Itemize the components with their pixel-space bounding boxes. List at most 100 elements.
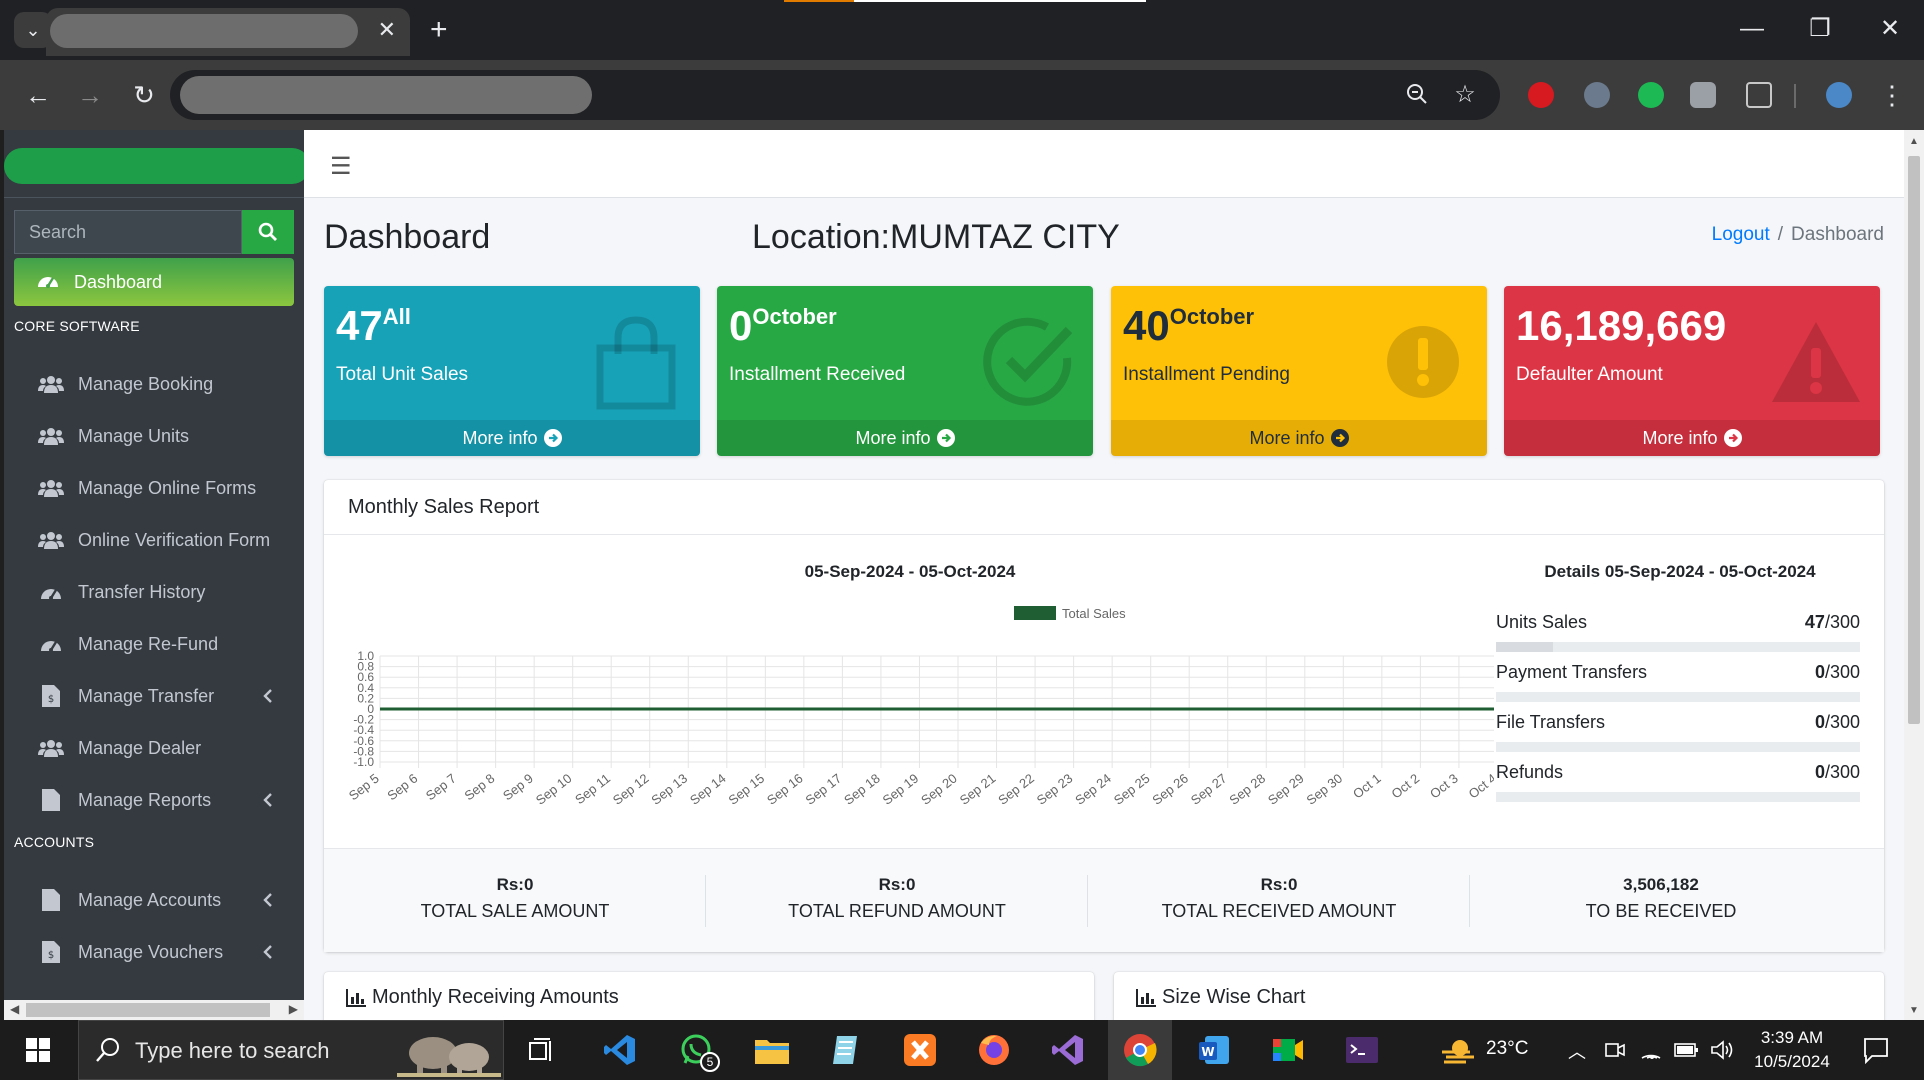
chrome-icon[interactable] [1120,1030,1160,1070]
taskbar-search[interactable] [78,1020,504,1080]
y-tick-label: -1.0 [353,755,374,769]
file-explorer-icon[interactable] [752,1030,792,1070]
reload-button[interactable]: ↻ [126,78,162,112]
meet-now-icon[interactable] [1604,1040,1626,1060]
browser-tab-bar: ⌄ ✕ + — ❐ ✕ [0,0,1924,60]
forward-button[interactable]: → [72,78,108,112]
loading-indicator [784,0,1146,2]
menu-toggle-icon[interactable]: ☰ [330,152,352,181]
more-info-link[interactable]: More info [1504,420,1880,456]
minimize-button[interactable]: — [1732,12,1772,46]
breadcrumb-logout-link[interactable]: Logout [1712,224,1770,245]
volume-icon[interactable] [1710,1040,1734,1060]
box-label: Installment Received [729,364,906,385]
terminal-icon[interactable] [1342,1030,1382,1070]
sidebar-item-dashboard[interactable]: Dashboard [14,258,294,306]
card-title: Monthly Receiving Amounts [346,986,619,1009]
progress-bar [1496,742,1860,752]
sync-extension-icon[interactable] [1638,82,1664,108]
sidebar-item-manage-reports[interactable]: Manage Reports [28,778,294,822]
show-hidden-icons-icon[interactable]: ︿ [1568,1038,1586,1064]
weather-icon[interactable] [1440,1036,1476,1064]
profile-avatar[interactable] [1826,82,1852,108]
scroll-up-icon[interactable]: ▲ [1909,136,1919,147]
warning-triangle-icon [1772,322,1860,402]
more-info-link[interactable]: More info [717,420,1093,456]
clock[interactable]: 3:39 AM 10/5/2024 [1750,1026,1834,1074]
card-divider [324,534,1884,535]
bookmark-star-icon[interactable]: ☆ [1450,82,1480,108]
sidebar-item-manage-re-fund[interactable]: Manage Re-Fund [28,622,294,666]
sidebar-item-manage-units[interactable]: Manage Units [28,414,294,458]
visual-studio-icon[interactable] [1048,1030,1088,1070]
weather-temperature[interactable]: 23°C [1486,1038,1528,1060]
close-tab-icon[interactable]: ✕ [378,18,396,42]
windows-start-icon[interactable] [18,1030,58,1070]
file-icon [38,889,64,911]
back-button[interactable]: ← [20,78,56,112]
scroll-right-icon[interactable]: ▶ [289,1002,298,1016]
meet-icon[interactable] [1268,1030,1308,1070]
scroll-down-icon[interactable]: ▼ [1909,1005,1919,1016]
sidebar-item-manage-vouchers[interactable]: $ Manage Vouchers [28,930,294,974]
arrow-circle-right-icon [543,429,562,447]
sidebar-item-transfer-history[interactable]: Transfer History [28,570,294,614]
description-block-total-refund: Rs:0 TOTAL REFUND AMOUNT [706,849,1088,953]
vscode-icon[interactable] [600,1030,640,1070]
whatsapp-icon[interactable]: 5 [676,1030,720,1072]
browser-menu-icon[interactable]: ⋮ [1874,78,1910,112]
x-tick-label: Sep 29 [1265,771,1307,808]
task-view-icon[interactable] [522,1030,562,1070]
sidebar-search-input[interactable] [14,210,242,254]
small-box-defaulter-amount: 16,189,669 Defaulter Amount More info [1504,286,1880,456]
close-window-button[interactable]: ✕ [1870,12,1910,46]
address-bar[interactable]: ☆ [170,70,1500,120]
sidebar-item-online-verification-form[interactable]: Online Verification Form [28,518,294,562]
sales-line-chart: Total Sales1.00.80.60.40.20-0.2-0.4-0.6-… [346,606,1494,808]
extensions-puzzle-icon[interactable] [1746,82,1772,108]
media-extension-icon[interactable] [1690,82,1716,108]
zoom-icon[interactable] [1402,82,1432,112]
browser-tab[interactable]: ✕ [46,8,410,56]
restore-button[interactable]: ❐ [1800,12,1840,46]
more-info-link[interactable]: More info [324,420,700,456]
main-content: Dashboard Location:MUMTAZ CITY Logout / Da… [304,198,1904,1020]
x-tick-label: Sep 24 [1072,771,1114,808]
new-tab-button[interactable]: + [430,12,448,48]
progress-value: 0/300 [1814,712,1860,732]
scrollbar-thumb[interactable] [1908,156,1920,724]
elephant-search-highlight-icon [397,1037,501,1077]
notifications-icon[interactable] [1862,1036,1890,1064]
xampp-icon[interactable] [900,1030,940,1070]
scroll-left-icon[interactable]: ◀ [10,1002,19,1016]
wifi-icon[interactable] [1640,1040,1662,1060]
battery-icon[interactable] [1674,1042,1700,1058]
monthly-sales-card: Monthly Sales Report 05-Sep-2024 - 05-Oc… [324,480,1884,952]
sidebar-item-manage-booking[interactable]: Manage Booking [28,362,294,406]
browser-toolbar: ← → ↻ ☆ ⋮ [0,60,1924,130]
x-tick-label: Sep 13 [648,771,690,808]
brand-logo[interactable] [4,130,304,198]
card-footer: Rs:0 TOTAL SALE AMOUNT Rs:0 TOTAL REFUND… [324,848,1884,952]
progress-bar [1496,792,1860,802]
notepad-icon[interactable] [826,1030,866,1070]
x-tick-label: Sep 10 [533,771,575,808]
sidebar-item-manage-online-forms[interactable]: Manage Online Forms [28,466,294,510]
users-icon [38,373,64,395]
scrollbar-thumb[interactable] [26,1003,270,1017]
shield-extension-icon[interactable] [1584,82,1610,108]
sidebar-horizontal-scrollbar[interactable]: ◀ ▶ [4,1000,304,1020]
sidebar-search-button[interactable] [242,210,294,254]
adblock-extension-icon[interactable] [1528,82,1554,108]
arrow-circle-right-icon [936,429,955,447]
sidebar-item-manage-dealer[interactable]: Manage Dealer [28,726,294,770]
size-wise-chart-card: Size Wise Chart [1114,972,1884,1020]
firefox-icon[interactable] [974,1030,1014,1070]
page-vertical-scrollbar[interactable]: ▲ ▼ [1904,130,1924,1020]
sidebar-item-manage-accounts[interactable]: Manage Accounts [28,878,294,922]
taskbar-search-input[interactable] [135,1037,395,1065]
more-info-link[interactable]: More info [1111,420,1487,456]
word-icon[interactable]: W [1194,1030,1234,1070]
chevron-left-icon [263,945,272,959]
sidebar-item-manage-transfer[interactable]: $ Manage Transfer [28,674,294,718]
